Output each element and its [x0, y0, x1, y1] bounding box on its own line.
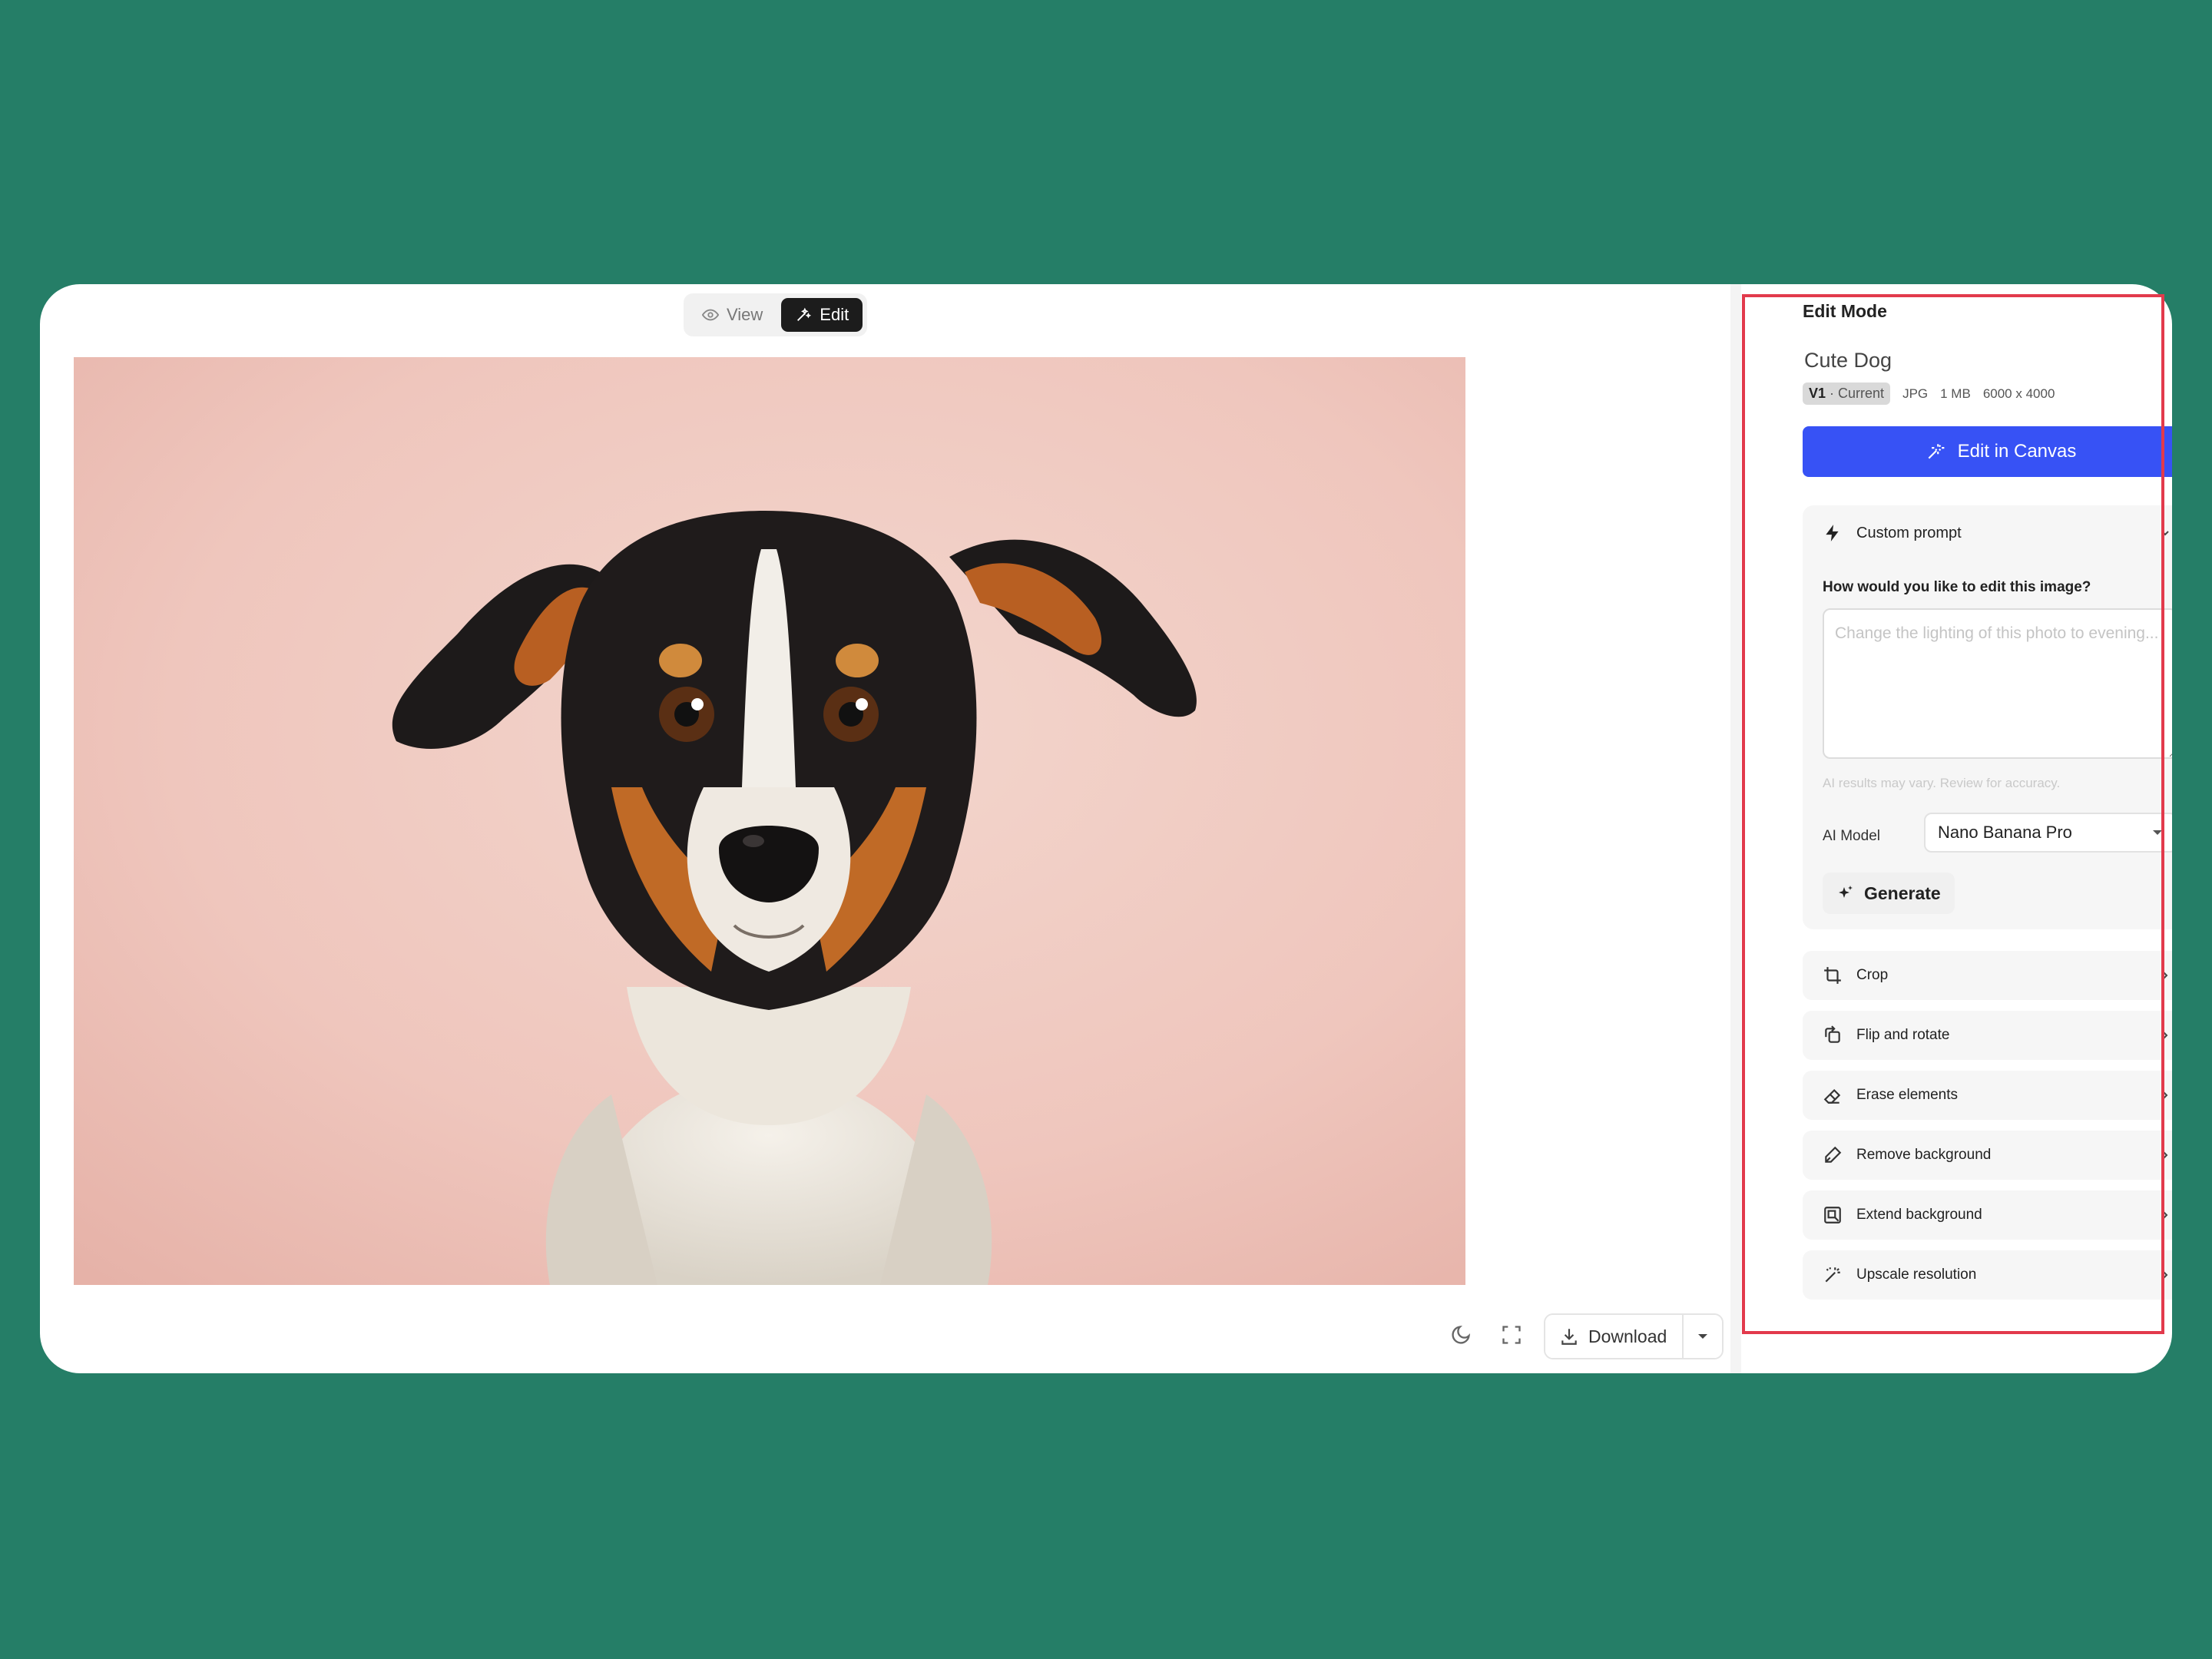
chevron-down-icon [2161, 531, 2169, 536]
file-dimensions: 6000 x 4000 [1982, 386, 2055, 401]
sparkle-icon [1839, 886, 1853, 898]
download-group: Download [1544, 1313, 1724, 1359]
custom-prompt-header[interactable]: Custom prompt [1803, 505, 2172, 561]
edit-in-canvas-button[interactable]: Edit in Canvas [1803, 426, 2172, 477]
view-button[interactable]: View [688, 298, 777, 332]
tool-upscale-resolution[interactable]: Upscale resolution [1803, 1250, 2172, 1300]
moon-icon [1452, 1325, 1471, 1344]
edit-in-canvas-label: Edit in Canvas [1957, 441, 2077, 462]
panel-divider [1730, 284, 1741, 1373]
pen-icon [1825, 1146, 1842, 1163]
tool-label: Flip and rotate [1856, 1027, 1950, 1043]
version-badge[interactable]: V1 · Current [1803, 382, 1891, 405]
ai-model-label: AI Model [1823, 828, 1880, 844]
chevron-right-icon [2163, 1091, 2168, 1099]
file-title: Cute Dog [1804, 349, 1892, 372]
ai-model-value: Nano Banana Pro [1938, 823, 2072, 842]
tool-erase-elements[interactable]: Erase elements [1803, 1071, 2172, 1120]
file-meta: V1 · Current JPG 1 MB 6000 x 4000 [1803, 382, 2055, 405]
tool-label: Upscale resolution [1856, 1267, 1977, 1283]
file-format: JPG [1902, 386, 1929, 401]
prompt-textarea[interactable] [1823, 608, 2172, 759]
caret-down-icon [2153, 830, 2162, 835]
edit-label: Edit [820, 305, 849, 324]
eye-icon [702, 309, 719, 321]
download-label: Download [1588, 1326, 1667, 1346]
tool-label: Erase elements [1856, 1087, 1959, 1103]
expand-icon [1502, 1326, 1521, 1344]
crop-icon [1824, 967, 1841, 984]
tool-label: Remove background [1856, 1147, 1992, 1163]
app-window: View Edit Download Edit Mode Cute Dog V1… [40, 284, 2172, 1373]
download-button[interactable]: Download [1545, 1315, 1683, 1358]
extend-icon [1824, 1207, 1841, 1224]
version-status: · Current [1830, 386, 1885, 401]
ai-disclaimer: AI results may vary. Review for accuracy… [1823, 776, 2061, 790]
download-options-button[interactable] [1682, 1315, 1723, 1358]
eraser-icon [1823, 1088, 1841, 1104]
chevron-right-icon [2163, 972, 2168, 979]
view-label: View [727, 305, 763, 324]
edit-button[interactable]: Edit [781, 298, 863, 332]
chevron-right-icon [2163, 1031, 2168, 1039]
dark-mode-button[interactable] [1442, 1316, 1479, 1353]
tool-extend-background[interactable]: Extend background [1803, 1190, 2172, 1240]
wand-edit-icon [797, 307, 812, 321]
image-preview[interactable] [74, 357, 1465, 1285]
tool-label: Crop [1856, 967, 1889, 983]
file-size: 1 MB [1940, 386, 1971, 401]
ai-model-select[interactable]: Nano Banana Pro [1924, 813, 2172, 853]
view-edit-toggle: View Edit [684, 293, 868, 336]
lightning-icon [1826, 525, 1839, 541]
caret-down-icon [1698, 1334, 1708, 1339]
chevron-right-icon [2163, 1151, 2168, 1159]
magic-wand-icon [1825, 1267, 1840, 1283]
chevron-right-icon [2163, 1271, 2168, 1279]
chevron-right-icon [2163, 1211, 2168, 1219]
prompt-question: How would you like to edit this image? [1823, 579, 2091, 595]
tool-label: Extend background [1856, 1207, 1982, 1223]
custom-prompt-label: Custom prompt [1856, 524, 1962, 541]
fullscreen-button[interactable] [1493, 1316, 1530, 1353]
flip-rotate-icon [1825, 1025, 1840, 1043]
tool-remove-background[interactable]: Remove background [1803, 1131, 2172, 1180]
tool-flip-rotate[interactable]: Flip and rotate [1803, 1011, 2172, 1060]
edit-panel: Edit Mode Cute Dog V1 · Current JPG 1 MB… [1741, 284, 2172, 1373]
download-icon [1561, 1329, 1577, 1345]
sparkle-wand-icon [1928, 444, 1944, 459]
generate-button[interactable]: Generate [1823, 873, 1955, 914]
custom-prompt-section: Custom prompt How would you like to edit… [1803, 505, 2172, 929]
tool-crop[interactable]: Crop [1803, 951, 2172, 1000]
dog-illustration [74, 357, 1465, 1285]
version-number: V1 [1809, 386, 1826, 401]
panel-heading: Edit Mode [1803, 301, 1887, 321]
generate-label: Generate [1864, 882, 1941, 903]
